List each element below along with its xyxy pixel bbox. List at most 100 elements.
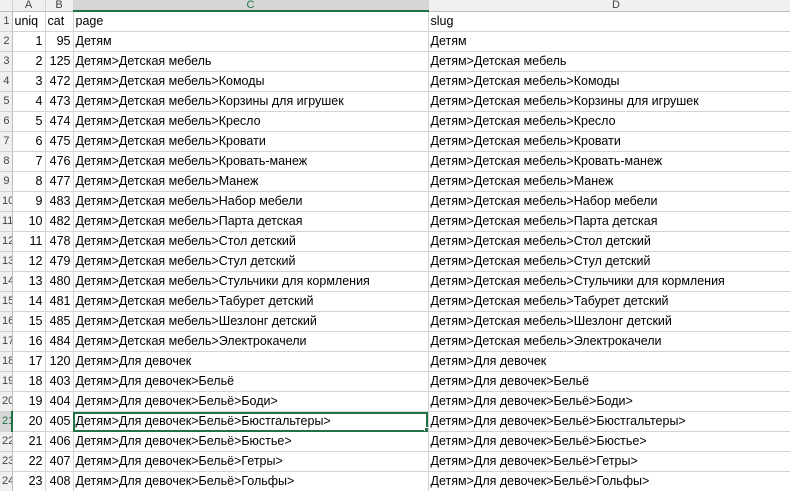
row-header[interactable]: 8: [0, 151, 13, 172]
header-cell-cat[interactable]: cat: [45, 11, 74, 32]
row-header[interactable]: 12: [0, 231, 13, 252]
cell-page[interactable]: Детям>Для девочек>Бельё>Бюстгальтеры>: [73, 411, 429, 432]
cell-slug[interactable]: Детям>Для девочек>Бельё>Бюстье>: [428, 431, 790, 452]
cell-uniq[interactable]: 19: [12, 391, 46, 412]
column-header-c[interactable]: C: [73, 0, 429, 12]
row-header[interactable]: 16: [0, 311, 13, 332]
cell-page[interactable]: Детям>Для девочек>Бельё>Боди>: [73, 391, 429, 412]
cell-uniq[interactable]: 7: [12, 151, 46, 172]
cell-uniq[interactable]: 12: [12, 251, 46, 272]
cell-uniq[interactable]: 17: [12, 351, 46, 372]
cell-uniq[interactable]: 1: [12, 31, 46, 52]
cell-cat[interactable]: 95: [45, 31, 74, 52]
cell-cat[interactable]: 472: [45, 71, 74, 92]
column-header-d[interactable]: D: [428, 0, 790, 12]
cell-slug[interactable]: Детям>Для девочек>Бельё>Боди>: [428, 391, 790, 412]
cell-slug[interactable]: Детям>Детская мебель>Манеж: [428, 171, 790, 192]
cell-cat[interactable]: 483: [45, 191, 74, 212]
cell-page[interactable]: Детям>Детская мебель>Кресло: [73, 111, 429, 132]
cell-cat[interactable]: 474: [45, 111, 74, 132]
cell-cat[interactable]: 481: [45, 291, 74, 312]
cell-cat[interactable]: 485: [45, 311, 74, 332]
cell-slug[interactable]: Детям>Детская мебель>Стул детский: [428, 251, 790, 272]
cell-page[interactable]: Детям>Детская мебель>Кровати: [73, 131, 429, 152]
row-header[interactable]: 5: [0, 91, 13, 112]
cell-cat[interactable]: 405: [45, 411, 74, 432]
cell-uniq[interactable]: 13: [12, 271, 46, 292]
cell-uniq[interactable]: 16: [12, 331, 46, 352]
cell-slug[interactable]: Детям>Детская мебель>Шезлонг детский: [428, 311, 790, 332]
cell-page[interactable]: Детям>Для девочек>Бельё: [73, 371, 429, 392]
row-header[interactable]: 18: [0, 351, 13, 372]
cell-slug[interactable]: Детям>Для девочек>Бельё: [428, 371, 790, 392]
cell-cat[interactable]: 480: [45, 271, 74, 292]
cell-slug[interactable]: Детям>Детская мебель: [428, 51, 790, 72]
cell-slug[interactable]: Детям>Детская мебель>Стол детский: [428, 231, 790, 252]
column-header-a[interactable]: A: [12, 0, 46, 12]
cell-uniq[interactable]: 4: [12, 91, 46, 112]
cell-cat[interactable]: 125: [45, 51, 74, 72]
cell-slug[interactable]: Детям>Детская мебель>Табурет детский: [428, 291, 790, 312]
cell-uniq[interactable]: 6: [12, 131, 46, 152]
cell-cat[interactable]: 120: [45, 351, 74, 372]
cell-slug[interactable]: Детям>Детская мебель>Комоды: [428, 71, 790, 92]
cell-slug[interactable]: Детям>Для девочек>Бельё>Гетры>: [428, 451, 790, 472]
row-header[interactable]: 10: [0, 191, 13, 212]
cell-uniq[interactable]: 14: [12, 291, 46, 312]
row-header[interactable]: 13: [0, 251, 13, 272]
column-header-b[interactable]: B: [45, 0, 74, 12]
cell-slug[interactable]: Детям>Для девочек>Бельё>Гольфы>: [428, 471, 790, 491]
cell-uniq[interactable]: 22: [12, 451, 46, 472]
cell-page[interactable]: Детям>Детская мебель>Стул детский: [73, 251, 429, 272]
row-header[interactable]: 2: [0, 31, 13, 52]
row-header[interactable]: 3: [0, 51, 13, 72]
cell-uniq[interactable]: 8: [12, 171, 46, 192]
cell-slug[interactable]: Детям>Детская мебель>Парта детская: [428, 211, 790, 232]
cell-uniq[interactable]: 5: [12, 111, 46, 132]
cell-uniq[interactable]: 9: [12, 191, 46, 212]
cell-page[interactable]: Детям: [73, 31, 429, 52]
cell-cat[interactable]: 406: [45, 431, 74, 452]
cell-slug[interactable]: Детям>Детская мебель>Кресло: [428, 111, 790, 132]
cell-slug[interactable]: Детям>Детская мебель>Кровати: [428, 131, 790, 152]
cell-slug[interactable]: Детям>Детская мебель>Набор мебели: [428, 191, 790, 212]
cell-cat[interactable]: 478: [45, 231, 74, 252]
cell-uniq[interactable]: 23: [12, 471, 46, 491]
cell-slug[interactable]: Детям>Для девочек: [428, 351, 790, 372]
cell-uniq[interactable]: 3: [12, 71, 46, 92]
cell-uniq[interactable]: 21: [12, 431, 46, 452]
cell-page[interactable]: Детям>Детская мебель>Шезлонг детский: [73, 311, 429, 332]
header-cell-uniq[interactable]: uniq: [12, 11, 46, 32]
row-header[interactable]: 1: [0, 11, 13, 32]
row-header[interactable]: 17: [0, 331, 13, 352]
row-header[interactable]: 20: [0, 391, 13, 412]
cell-uniq[interactable]: 2: [12, 51, 46, 72]
row-header[interactable]: 19: [0, 371, 13, 392]
cell-page[interactable]: Детям>Детская мебель: [73, 51, 429, 72]
cell-page[interactable]: Детям>Для девочек>Бельё>Гетры>: [73, 451, 429, 472]
cell-uniq[interactable]: 18: [12, 371, 46, 392]
select-all-corner[interactable]: [0, 0, 13, 12]
cell-page[interactable]: Детям>Детская мебель>Парта детская: [73, 211, 429, 232]
row-header[interactable]: 6: [0, 111, 13, 132]
row-header[interactable]: 15: [0, 291, 13, 312]
cell-slug[interactable]: Детям>Детская мебель>Стульчики для кормл…: [428, 271, 790, 292]
row-header[interactable]: 21: [0, 411, 13, 432]
row-header[interactable]: 14: [0, 271, 13, 292]
cell-cat[interactable]: 473: [45, 91, 74, 112]
cell-slug[interactable]: Детям>Детская мебель>Корзины для игрушек: [428, 91, 790, 112]
cell-page[interactable]: Детям>Детская мебель>Кровать-манеж: [73, 151, 429, 172]
cell-page[interactable]: Детям>Детская мебель>Электрокачели: [73, 331, 429, 352]
cell-cat[interactable]: 479: [45, 251, 74, 272]
cell-slug[interactable]: Детям: [428, 31, 790, 52]
header-cell-slug[interactable]: slug: [428, 11, 790, 32]
cell-page[interactable]: Детям>Детская мебель>Стол детский: [73, 231, 429, 252]
row-header[interactable]: 7: [0, 131, 13, 152]
cell-page[interactable]: Детям>Детская мебель>Комоды: [73, 71, 429, 92]
cell-cat[interactable]: 404: [45, 391, 74, 412]
cell-slug[interactable]: Детям>Для девочек>Бельё>Бюстгальтеры>: [428, 411, 790, 432]
cell-cat[interactable]: 484: [45, 331, 74, 352]
cell-uniq[interactable]: 15: [12, 311, 46, 332]
cell-uniq[interactable]: 10: [12, 211, 46, 232]
cell-page[interactable]: Детям>Детская мебель>Набор мебели: [73, 191, 429, 212]
